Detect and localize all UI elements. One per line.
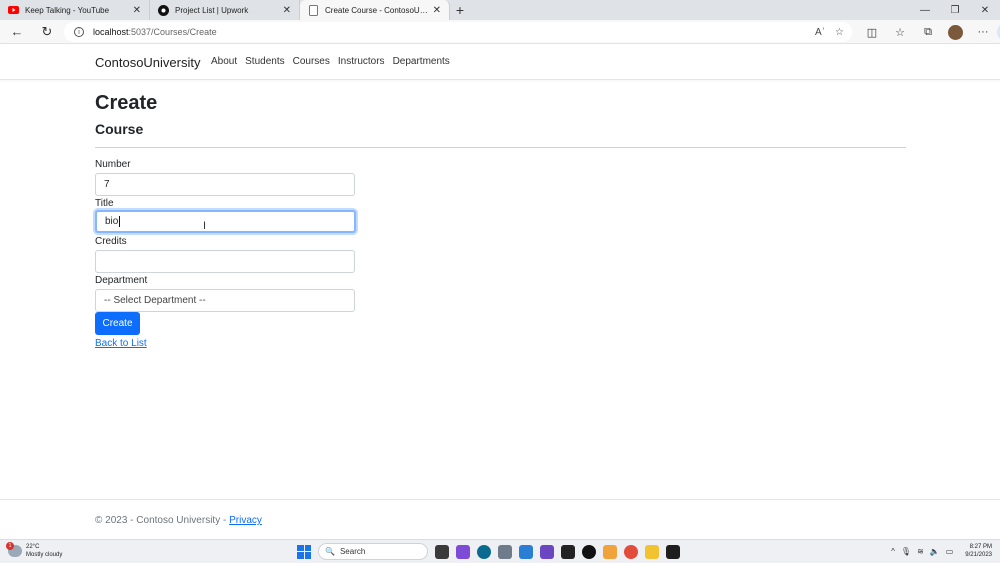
nav-link-about[interactable]: About (211, 56, 237, 67)
page-title: Create (95, 92, 158, 114)
number-label: Number (95, 159, 131, 170)
number-input[interactable]: 7 (95, 173, 355, 196)
browser-tab-create-course[interactable]: Create Course - ContosoUniversi ✕ (300, 0, 450, 20)
console-icon[interactable] (666, 544, 680, 559)
more-menu-icon[interactable]: ··· (969, 20, 997, 44)
wifi-icon[interactable]: ≋ (917, 547, 924, 556)
department-select[interactable]: -- Select Department -- (95, 289, 355, 312)
close-icon[interactable]: ✕ (283, 5, 291, 16)
notepad-icon[interactable] (498, 544, 512, 559)
browser-tab-upwork[interactable]: Project List | Upwork ✕ (150, 0, 300, 20)
address-bar[interactable]: i localhost:5037/Courses/Create Aʾ ☆ (64, 22, 852, 42)
nav-link-instructors[interactable]: Instructors (338, 56, 385, 67)
reload-button[interactable]: ↻ (34, 20, 60, 44)
cloud-icon: 1 (6, 542, 22, 557)
clock-date: 9/21/2023 (965, 552, 992, 558)
file-explorer-icon[interactable] (435, 544, 449, 559)
credits-label: Credits (95, 236, 127, 247)
nav-links: About Students Courses Instructors Depar… (211, 56, 458, 67)
department-selected-value: -- Select Department -- (104, 295, 206, 306)
minimize-button[interactable]: — (910, 0, 940, 20)
volume-icon[interactable]: 🔈 (930, 547, 940, 556)
url-host: localhost (93, 27, 129, 37)
profile-avatar[interactable] (948, 24, 963, 40)
windows-taskbar: 1 22°C Mostly cloudy 🔍 Search ^ 🎙 ≋ 🔈 ▭ (0, 539, 1000, 563)
window-controls: — ❐ ✕ (910, 0, 1000, 20)
windows-start-icon[interactable] (297, 544, 311, 559)
obs-icon[interactable] (582, 544, 596, 559)
new-tab-button[interactable]: + (450, 0, 470, 20)
nav-link-courses[interactable]: Courses (293, 56, 330, 67)
browser-toolbar: ← ↻ i localhost:5037/Courses/Create Aʾ ☆… (0, 20, 1000, 44)
search-label: Search (339, 547, 366, 556)
restore-button[interactable]: ❐ (940, 0, 970, 20)
nav-link-departments[interactable]: Departments (393, 56, 450, 67)
upwork-icon (158, 4, 169, 16)
tab-label: Keep Talking - YouTube (25, 5, 110, 15)
create-button[interactable]: Create (95, 312, 140, 335)
taskbar-clock[interactable]: 8:27 PM 9/21/2023 (965, 543, 992, 559)
weather-desc: Mostly cloudy (26, 552, 63, 558)
favorites-icon[interactable]: ☆ (886, 20, 914, 44)
taskbar-apps: 🔍 Search (297, 543, 680, 560)
privacy-link[interactable]: Privacy (229, 515, 262, 526)
title-input[interactable]: bio (95, 210, 356, 233)
folder-icon[interactable] (645, 544, 659, 559)
back-button[interactable]: ← (4, 20, 30, 44)
visual-studio-icon[interactable] (540, 544, 554, 559)
notification-badge: 1 (6, 542, 14, 550)
search-icon: 🔍 (325, 547, 335, 556)
tab-label: Project List | Upwork (175, 5, 249, 15)
url-path: :5037/Courses/Create (128, 27, 217, 37)
brand-link[interactable]: ContosoUniversity (95, 55, 201, 70)
taskbar-search[interactable]: 🔍 Search (318, 543, 428, 560)
site-navbar: ContosoUniversity About Students Courses… (0, 45, 1000, 80)
info-icon[interactable]: i (74, 27, 84, 37)
teams-icon[interactable] (456, 544, 470, 559)
system-tray: ^ 🎙 ≋ 🔈 ▭ 8:27 PM 9/21/2023 (891, 543, 992, 559)
nav-link-students[interactable]: Students (245, 56, 284, 67)
vscode-icon[interactable] (519, 544, 533, 559)
weather-widget[interactable]: 1 22°C Mostly cloudy (6, 542, 63, 559)
split-screen-icon[interactable]: ◫ (858, 20, 886, 44)
tab-label: Create Course - ContosoUniversi (325, 5, 429, 15)
credits-input[interactable] (95, 250, 355, 273)
browser-tab-youtube[interactable]: Keep Talking - YouTube ✕ (0, 0, 150, 20)
close-icon[interactable]: ✕ (433, 5, 441, 16)
microphone-icon[interactable]: 🎙 (901, 547, 911, 556)
app-icon[interactable] (603, 544, 617, 559)
tray-chevron-icon[interactable]: ^ (891, 547, 895, 556)
back-to-list-link[interactable]: Back to List (95, 338, 147, 349)
page-icon (308, 4, 319, 16)
close-window-button[interactable]: ✕ (970, 0, 1000, 20)
edge-icon[interactable] (477, 544, 491, 559)
number-value: 7 (104, 179, 110, 190)
read-aloud-icon[interactable]: Aʾ (815, 27, 825, 38)
close-icon[interactable]: ✕ (133, 5, 141, 16)
youtube-icon (8, 5, 19, 16)
site-footer: © 2023 - Contoso University - Privacy (0, 499, 1000, 539)
browser-tab-strip: Keep Talking - YouTube ✕ Project List | … (0, 0, 1000, 20)
clock-time: 8:27 PM (969, 544, 992, 550)
ibeam-cursor-icon: I (203, 220, 207, 232)
collections-icon[interactable]: ⧉ (914, 20, 942, 44)
divider (95, 147, 906, 148)
battery-icon[interactable]: ▭ (946, 547, 954, 556)
weather-temp: 22°C (26, 544, 40, 550)
page-subtitle: Course (95, 121, 144, 137)
title-value: bio (105, 216, 119, 227)
footer-text: © 2023 - Contoso University - Privacy (95, 515, 262, 526)
favorite-star-icon[interactable]: ☆ (835, 27, 844, 38)
department-label: Department (95, 275, 148, 286)
copyright-text: © 2023 - Contoso University - (95, 515, 230, 526)
title-label: Title (95, 198, 114, 209)
chrome-icon[interactable] (624, 544, 638, 559)
text-caret (119, 216, 121, 227)
terminal-icon[interactable] (561, 544, 575, 559)
